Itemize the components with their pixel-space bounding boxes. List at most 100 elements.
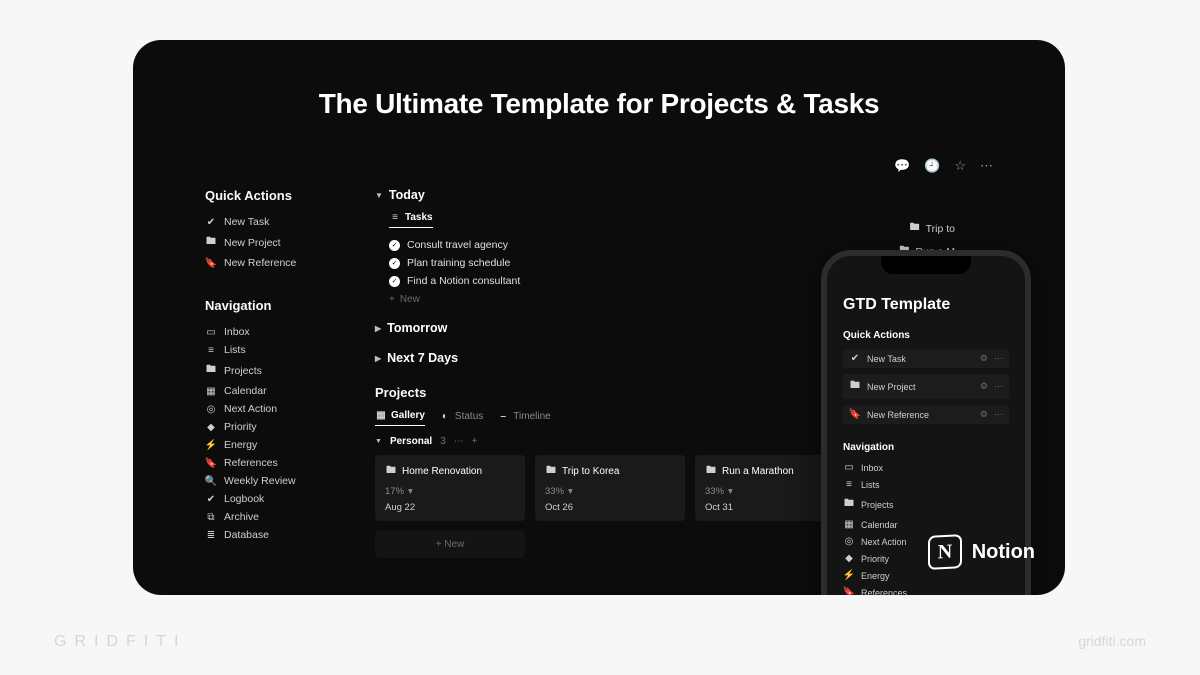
navigation-title: Navigation: [205, 298, 360, 313]
check-circle-icon: ✓: [389, 240, 400, 251]
priority-icon: ◆: [205, 422, 217, 433]
phone-nav-references[interactable]: 🔖References: [843, 586, 1009, 595]
phone-qa-new-project[interactable]: 🖿New Project⚙⋯: [843, 374, 1009, 399]
clock-icon[interactable]: 🕘: [924, 158, 940, 174]
phone-nav-energy[interactable]: ⚡Energy: [843, 569, 1009, 582]
phone-qa-list: ✔New Task⚙⋯ 🖿New Project⚙⋯ 🔖New Referenc…: [843, 349, 1009, 424]
folder-icon: 🖿: [909, 220, 921, 237]
more-icon: ⋯: [994, 381, 1003, 392]
check-circle-icon: ✔: [205, 494, 217, 505]
chevron-down-icon: [375, 191, 383, 200]
more-icon[interactable]: ⋯: [980, 158, 993, 174]
chevron-down-icon: [375, 438, 382, 445]
inbox-icon: ▭: [843, 462, 855, 473]
phone-page-title: GTD Template: [843, 296, 1009, 314]
qa-new-task[interactable]: ✔New Task: [205, 213, 360, 231]
group-name: Personal: [390, 436, 432, 447]
plus-icon: +: [389, 294, 395, 305]
phone-nav-projects[interactable]: 🖿Projects: [843, 495, 1009, 514]
status-icon: ◐: [439, 411, 451, 422]
folder-icon: 🖿: [849, 378, 861, 395]
tab-gallery[interactable]: ▦Gallery: [375, 410, 425, 426]
more-icon[interactable]: ⋯: [454, 436, 464, 447]
chevron-right-icon: [375, 324, 381, 333]
star-icon[interactable]: ☆: [954, 158, 966, 174]
settings-icon: ⚙: [980, 409, 988, 420]
message-icon[interactable]: 💬: [894, 158, 910, 174]
quick-actions-list: ✔New Task 🖿 New Project 🔖 New Reference: [205, 213, 360, 272]
nav-weekly-review[interactable]: 🔍Weekly Review: [205, 472, 360, 490]
footer-brand: GRIDFITI: [54, 633, 186, 651]
tab-timeline[interactable]: ⎯Timeline: [497, 410, 550, 426]
navigation-section: Navigation ▭Inbox ≡Lists 🖿Projects ▦Cale…: [205, 298, 360, 544]
settings-icon: ⚙: [980, 353, 988, 364]
qa-new-reference[interactable]: 🔖 New Reference: [205, 254, 360, 272]
bolt-icon: ⚡: [205, 440, 217, 451]
qa-new-project[interactable]: 🖿 New Project: [205, 231, 360, 254]
today-heading[interactable]: Today: [375, 188, 955, 202]
inbox-icon: ▭: [205, 327, 217, 338]
search-icon: 🔍: [205, 476, 217, 487]
calendar-icon: ▦: [843, 519, 855, 530]
tab-status[interactable]: ◐Status: [439, 410, 483, 426]
ref-link[interactable]: 🖿Trip to: [909, 220, 955, 237]
nav-database[interactable]: ≣Database: [205, 526, 360, 544]
phone-nav-list: ▭Inbox ≡Lists 🖿Projects ▦Calendar ◎Next …: [843, 461, 1009, 595]
chevron-right-icon: [375, 354, 381, 363]
timeline-icon: ⎯: [497, 411, 509, 422]
list-icon: ≡: [843, 479, 855, 490]
chevron-down-icon: ▾: [568, 486, 573, 497]
promo-card: The Ultimate Template for Projects & Tas…: [133, 40, 1065, 595]
quick-actions-title: Quick Actions: [205, 188, 360, 203]
folder-icon: 🖿: [205, 362, 217, 379]
bookmark-icon: 🔖: [849, 409, 861, 420]
folder-icon: 🖿: [545, 463, 557, 480]
chevron-down-icon: ▾: [728, 486, 733, 497]
phone-nav-calendar[interactable]: ▦Calendar: [843, 518, 1009, 531]
notion-logo: N Notion: [928, 535, 1035, 569]
nav-energy[interactable]: ⚡Energy: [205, 436, 360, 454]
calendar-icon: ▦: [205, 386, 217, 397]
new-project-card[interactable]: + New: [375, 531, 525, 558]
project-card[interactable]: 🖿Home Renovation 17%▾ Aug 22: [375, 455, 525, 521]
nav-lists[interactable]: ≡Lists: [205, 341, 360, 359]
nav-archive[interactable]: ⧉Archive: [205, 508, 360, 526]
target-icon: ◎: [843, 536, 855, 547]
archive-icon: ⧉: [205, 512, 217, 523]
phone-qa-title: Quick Actions: [843, 330, 1009, 341]
more-icon: ⋯: [994, 353, 1003, 364]
folder-icon: 🖿: [385, 463, 397, 480]
hero-title: The Ultimate Template for Projects & Tas…: [133, 88, 1065, 120]
nav-logbook[interactable]: ✔Logbook: [205, 490, 360, 508]
notion-wordmark: Notion: [972, 541, 1035, 564]
phone-notch: [881, 256, 971, 274]
sidebar: Quick Actions ✔New Task 🖿 New Project 🔖 Ne…: [205, 188, 360, 544]
phone-nav-inbox[interactable]: ▭Inbox: [843, 461, 1009, 474]
nav-inbox[interactable]: ▭Inbox: [205, 323, 360, 341]
notion-mark-icon: N: [928, 534, 962, 570]
plus-icon[interactable]: +: [472, 436, 478, 447]
check-circle-icon: ✔: [205, 217, 217, 228]
nav-calendar[interactable]: ▦Calendar: [205, 382, 360, 400]
phone-qa-new-task[interactable]: ✔New Task⚙⋯: [843, 349, 1009, 368]
nav-references[interactable]: 🔖References: [205, 454, 360, 472]
qa-label: New Reference: [224, 257, 296, 269]
project-card[interactable]: 🖿Trip to Korea 33%▾ Oct 26: [535, 455, 685, 521]
group-count: 3: [440, 436, 446, 447]
phone-qa-new-reference[interactable]: 🔖New Reference⚙⋯: [843, 405, 1009, 424]
tab-tasks[interactable]: ≡Tasks: [389, 212, 433, 228]
bookmark-icon: 🔖: [843, 587, 855, 595]
folder-icon: 🖿: [205, 234, 217, 251]
priority-icon: ◆: [843, 553, 855, 564]
nav-projects[interactable]: 🖿Projects: [205, 359, 360, 382]
target-icon: ◎: [205, 404, 217, 415]
more-icon: ⋯: [994, 409, 1003, 420]
nav-next-action[interactable]: ◎Next Action: [205, 400, 360, 418]
nav-priority[interactable]: ◆Priority: [205, 418, 360, 436]
qa-label: New Project: [224, 237, 281, 249]
check-circle-icon: ✓: [389, 258, 400, 269]
bookmark-icon: 🔖: [205, 458, 217, 469]
folder-icon: 🖿: [705, 463, 717, 480]
phone-nav-lists[interactable]: ≡Lists: [843, 478, 1009, 491]
bookmark-icon: 🔖: [205, 258, 217, 269]
